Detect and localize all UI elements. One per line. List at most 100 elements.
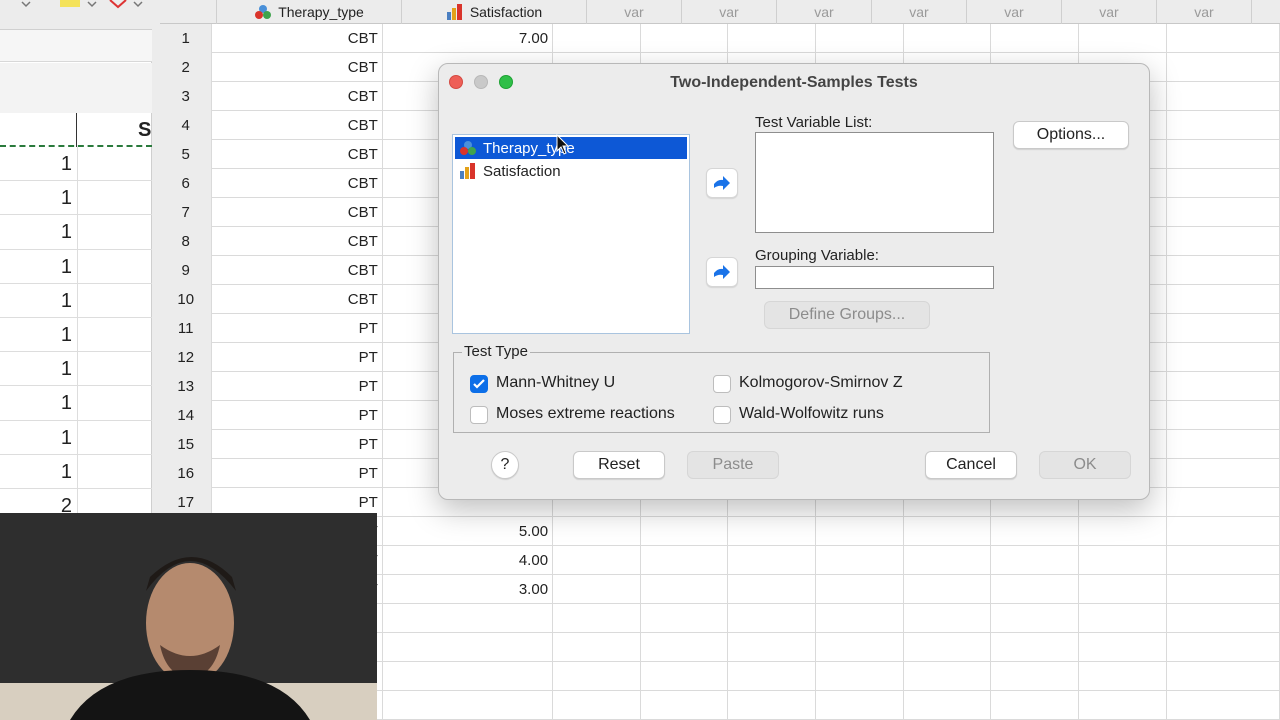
source-variable-item[interactable]: Therapy_type <box>455 137 687 159</box>
grouping-variable-field[interactable] <box>755 266 994 289</box>
therapy-type-cell[interactable]: CBT <box>212 169 383 198</box>
empty-cell[interactable] <box>991 546 1079 575</box>
source-variable-item[interactable]: Satisfaction <box>455 160 687 182</box>
empty-cell[interactable] <box>1167 198 1280 227</box>
empty-cell[interactable] <box>1167 430 1280 459</box>
empty-cell[interactable] <box>1167 285 1280 314</box>
row-number[interactable]: 7 <box>160 198 213 227</box>
empty-cell[interactable] <box>1167 314 1280 343</box>
empty-cell[interactable] <box>728 517 817 546</box>
therapy-type-cell[interactable]: CBT <box>212 82 383 111</box>
empty-cell[interactable] <box>1167 24 1280 53</box>
column-header[interactable]: var <box>1062 0 1157 24</box>
empty-cell[interactable] <box>1167 488 1280 517</box>
empty-cell[interactable] <box>816 604 904 633</box>
empty-cell[interactable] <box>1079 633 1167 662</box>
empty-cell[interactable] <box>553 604 641 633</box>
empty-cell[interactable] <box>728 24 817 53</box>
therapy-type-cell[interactable]: CBT <box>212 198 383 227</box>
empty-cell[interactable] <box>641 546 729 575</box>
empty-cell[interactable] <box>991 662 1079 691</box>
empty-cell[interactable] <box>1167 633 1280 662</box>
empty-cell[interactable] <box>816 546 904 575</box>
row-number[interactable]: 15 <box>160 430 213 459</box>
empty-cell[interactable] <box>991 24 1079 53</box>
column-header[interactable]: var <box>777 0 872 24</box>
row-number[interactable]: 8 <box>160 227 213 256</box>
column-header[interactable]: Satisfaction <box>402 0 587 24</box>
toolbar-icons[interactable] <box>0 0 150 10</box>
empty-cell[interactable] <box>553 24 641 53</box>
empty-cell[interactable] <box>1167 140 1280 169</box>
empty-cell[interactable] <box>1079 24 1167 53</box>
therapy-type-cell[interactable]: CBT <box>212 285 383 314</box>
therapy-type-cell[interactable]: PT <box>212 430 383 459</box>
empty-cell[interactable] <box>816 517 904 546</box>
test-variable-list[interactable] <box>755 132 994 233</box>
move-to-test-variable-button[interactable] <box>706 168 738 198</box>
empty-cell[interactable] <box>991 517 1079 546</box>
empty-cell[interactable] <box>904 633 992 662</box>
empty-cell[interactable] <box>728 662 817 691</box>
satisfaction-cell[interactable]: 3.00 <box>383 575 554 604</box>
empty-cell[interactable] <box>641 575 729 604</box>
empty-cell[interactable] <box>553 662 641 691</box>
row-number[interactable]: 3 <box>160 82 213 111</box>
define-groups-button[interactable]: Define Groups... <box>764 301 930 329</box>
empty-cell[interactable] <box>904 546 992 575</box>
empty-cell[interactable] <box>1079 604 1167 633</box>
therapy-type-cell[interactable]: CBT <box>212 111 383 140</box>
empty-cell[interactable] <box>553 575 641 604</box>
row-number[interactable]: 12 <box>160 343 213 372</box>
empty-cell[interactable] <box>641 24 729 53</box>
column-header[interactable]: var <box>967 0 1062 24</box>
empty-cell[interactable] <box>728 604 817 633</box>
empty-cell[interactable] <box>1167 691 1280 720</box>
empty-cell[interactable] <box>1167 82 1280 111</box>
row-number[interactable]: 14 <box>160 401 213 430</box>
empty-cell[interactable] <box>1167 401 1280 430</box>
cancel-button[interactable]: Cancel <box>925 451 1017 479</box>
empty-cell[interactable] <box>1167 575 1280 604</box>
empty-cell[interactable] <box>991 575 1079 604</box>
row-number[interactable]: 16 <box>160 459 213 488</box>
empty-cell[interactable] <box>1167 256 1280 285</box>
empty-cell[interactable] <box>1167 604 1280 633</box>
empty-cell[interactable] <box>1167 662 1280 691</box>
therapy-type-cell[interactable]: CBT <box>212 256 383 285</box>
empty-cell[interactable] <box>728 546 817 575</box>
row-number[interactable]: 4 <box>160 111 213 140</box>
empty-cell[interactable] <box>728 691 817 720</box>
satisfaction-cell[interactable]: 4.00 <box>383 546 554 575</box>
wald-wolfowitz-checkbox[interactable] <box>713 406 731 424</box>
grid-corner[interactable] <box>160 0 217 24</box>
kolmogorov-smirnov-checkbox[interactable] <box>713 375 731 393</box>
source-variable-list[interactable]: Therapy_type Satisfaction <box>452 134 690 334</box>
empty-cell[interactable] <box>641 662 729 691</box>
therapy-type-cell[interactable]: PT <box>212 314 383 343</box>
move-to-grouping-variable-button[interactable] <box>706 257 738 287</box>
empty-cell[interactable] <box>1167 517 1280 546</box>
row-number[interactable]: 2 <box>160 53 213 82</box>
empty-cell[interactable] <box>641 691 729 720</box>
row-number[interactable]: 10 <box>160 285 213 314</box>
satisfaction-cell[interactable]: 5.00 <box>383 517 554 546</box>
empty-cell[interactable] <box>641 604 729 633</box>
options-button[interactable]: Options... <box>1013 121 1129 149</box>
empty-cell[interactable] <box>1079 662 1167 691</box>
moses-extreme-checkbox[interactable] <box>470 406 488 424</box>
empty-cell[interactable] <box>1167 169 1280 198</box>
empty-cell[interactable] <box>991 633 1079 662</box>
ok-button[interactable]: OK <box>1039 451 1131 479</box>
empty-cell[interactable] <box>1167 53 1280 82</box>
column-header[interactable]: var <box>682 0 777 24</box>
satisfaction-cell[interactable] <box>383 691 554 720</box>
empty-cell[interactable] <box>1167 459 1280 488</box>
empty-cell[interactable] <box>1079 517 1167 546</box>
empty-cell[interactable] <box>816 633 904 662</box>
mann-whitney-label[interactable]: Mann-Whitney U <box>496 374 615 392</box>
therapy-type-cell[interactable]: CBT <box>212 140 383 169</box>
empty-cell[interactable] <box>641 633 729 662</box>
empty-cell[interactable] <box>1167 372 1280 401</box>
therapy-type-cell[interactable]: CBT <box>212 24 383 53</box>
